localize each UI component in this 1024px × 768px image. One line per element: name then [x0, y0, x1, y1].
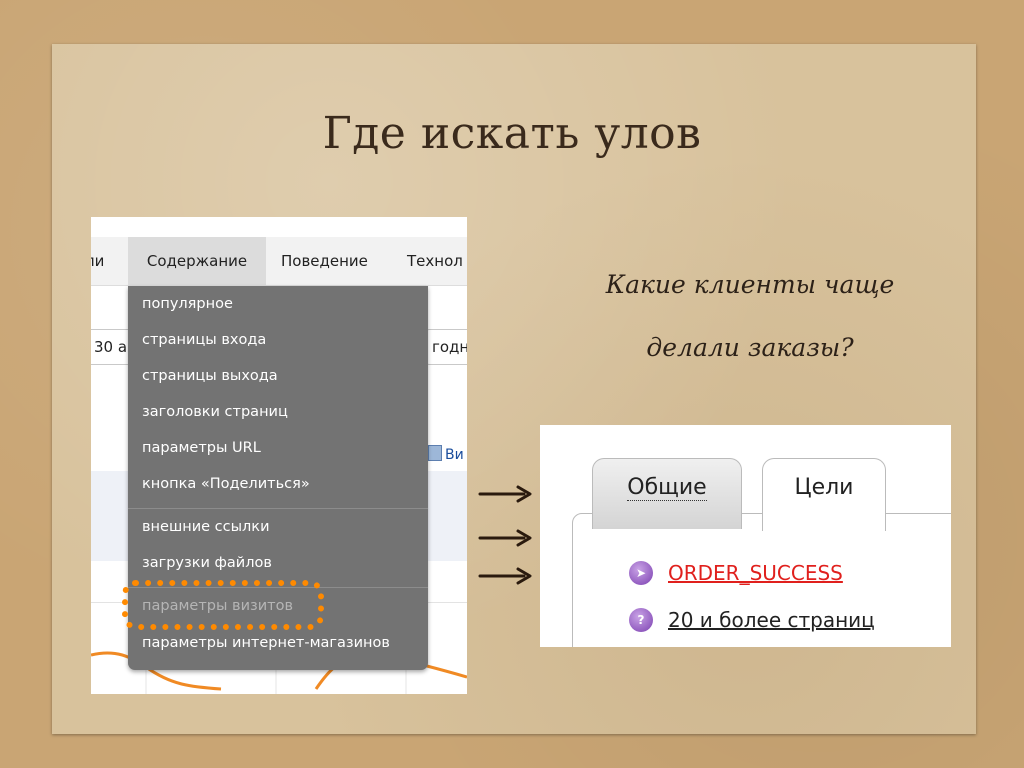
caption-line-2: делали заказы? [646, 333, 854, 362]
today-button[interactable]: годн [425, 329, 467, 365]
menu-item-page-titles[interactable]: заголовки страниц [142, 404, 288, 420]
tab-general[interactable]: Общие [592, 458, 742, 529]
arrow-right-icon [478, 567, 532, 585]
tab-goals[interactable]: Цели [762, 458, 886, 531]
menu-item-share-button[interactable]: кнопка «Поделиться» [142, 476, 310, 492]
menu-item-ecommerce-params[interactable]: параметры интернет-магазинов [142, 635, 390, 651]
view-link-label: Ви [445, 447, 464, 463]
view-link[interactable]: Ви [428, 445, 464, 463]
nav-item-behavior[interactable]: Поведение [281, 237, 368, 285]
menu-item-url-params[interactable]: параметры URL [142, 440, 261, 456]
tab-goals-label: Цели [794, 475, 854, 500]
menu-divider [128, 508, 428, 509]
nav-item-partial[interactable]: ли [91, 237, 104, 285]
visit-params-highlight [122, 580, 324, 630]
goals-screenshot: Общие Цели ➤ ORDER_SUCCESS ? 20 и более … [540, 425, 951, 647]
goal-20-pages[interactable]: 20 и более страниц [668, 608, 875, 632]
pages-icon: ? [629, 608, 653, 632]
menu-item-exit-pages[interactable]: страницы выхода [142, 368, 278, 384]
nav-item-technology[interactable]: Технол [407, 237, 463, 285]
tab-general-label: Общие [627, 475, 707, 501]
menu-item-file-downloads[interactable]: загрузки файлов [142, 555, 272, 571]
cursor-icon: ➤ [629, 561, 653, 585]
menu-item-external-links[interactable]: внешние ссылки [142, 519, 270, 535]
slide-title: Где искать улов [322, 108, 702, 159]
arrow-right-icon [478, 529, 532, 547]
goal-order-success[interactable]: ORDER_SUCCESS [668, 561, 843, 585]
top-navigation: ли Содержание Поведение Технол [91, 237, 467, 286]
menu-item-entry-pages[interactable]: страницы входа [142, 332, 266, 348]
menu-item-popular[interactable]: популярное [142, 296, 233, 312]
nav-item-content[interactable]: Содержание [128, 237, 266, 285]
caption-line-1: Какие клиенты чаще [605, 270, 895, 299]
arrow-right-icon [478, 485, 532, 503]
document-icon [428, 445, 442, 461]
